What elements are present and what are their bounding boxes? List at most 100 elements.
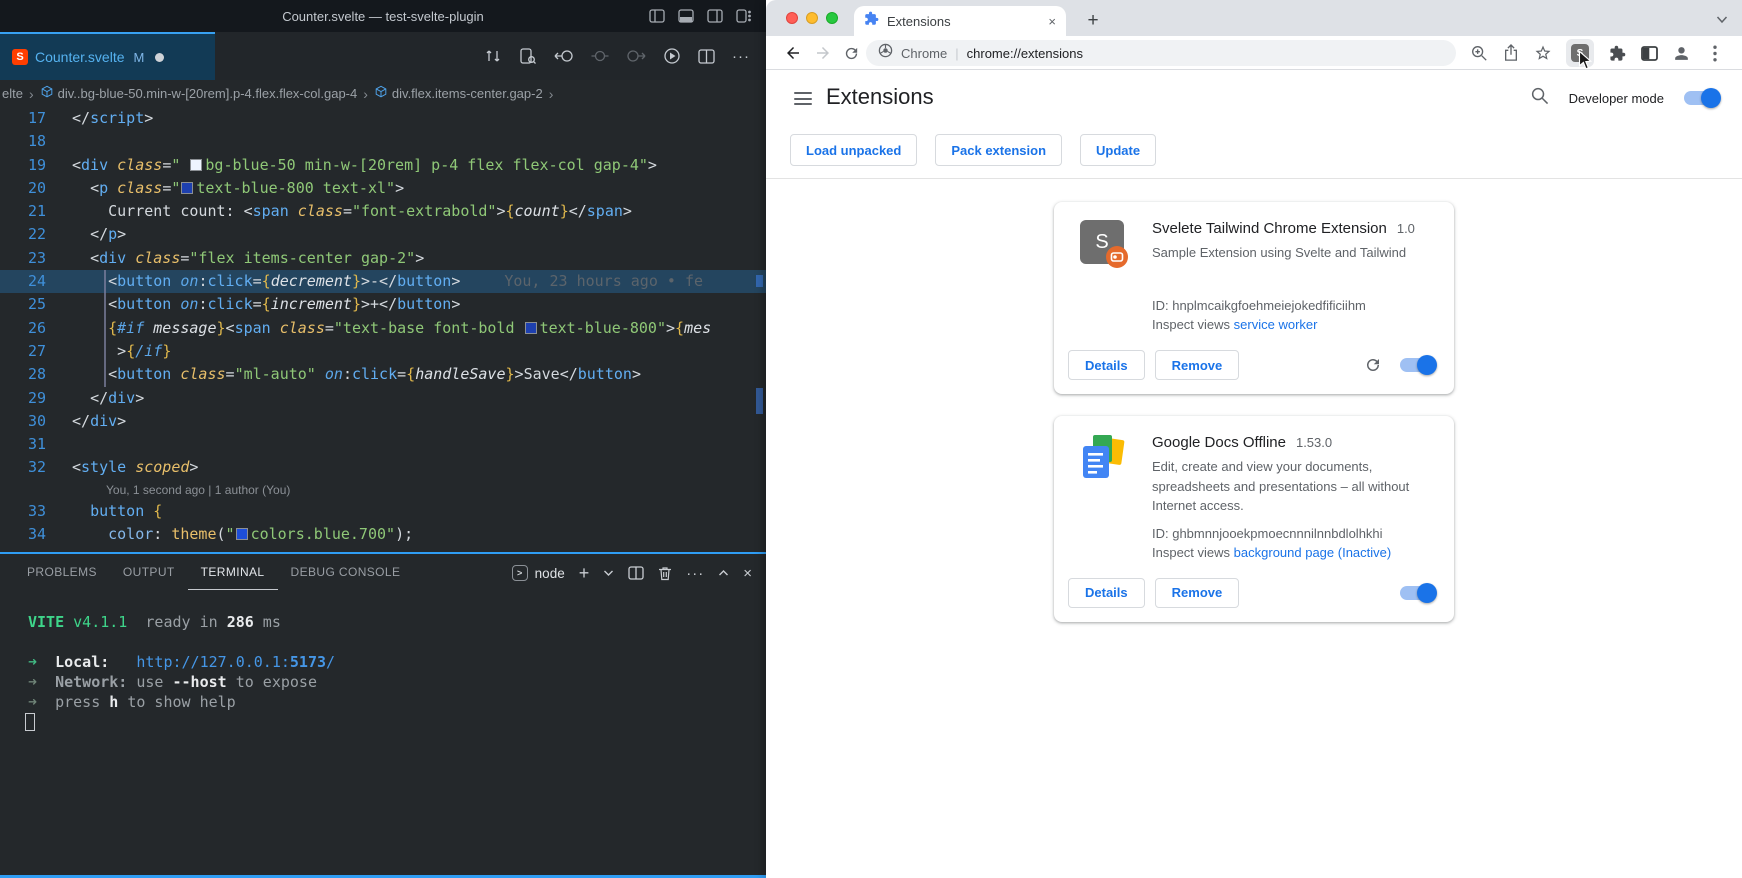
- zoom-icon[interactable]: [1466, 40, 1492, 66]
- extension-enabled-toggle[interactable]: [1400, 358, 1434, 372]
- modified-badge: M: [134, 50, 145, 65]
- code-text: <style scoped>: [72, 456, 198, 479]
- details-button[interactable]: Details: [1068, 578, 1145, 608]
- line-number: 24: [0, 270, 72, 293]
- maximize-panel-icon[interactable]: [718, 569, 729, 577]
- code-line-17[interactable]: 17</script>: [0, 107, 766, 130]
- profile-avatar-icon[interactable]: [1668, 40, 1694, 66]
- remove-button[interactable]: Remove: [1155, 578, 1240, 608]
- code-line-18[interactable]: 18: [0, 130, 766, 153]
- minimize-window-button[interactable]: [806, 12, 818, 24]
- toggle-panel-icon[interactable]: [678, 9, 694, 23]
- new-tab-button[interactable]: +: [1080, 8, 1106, 34]
- page-title: Extensions: [826, 84, 934, 110]
- reload-icon[interactable]: [838, 40, 864, 66]
- code-line-24[interactable]: 24 <button on:click={decrement}>-</butto…: [0, 270, 766, 293]
- remove-button[interactable]: Remove: [1155, 350, 1240, 380]
- side-panel-icon[interactable]: [1636, 40, 1662, 66]
- code-line-23[interactable]: 23 <div class="flex items-center gap-2">: [0, 247, 766, 270]
- nav-back-icon[interactable]: [554, 48, 574, 64]
- zoom-window-button[interactable]: [826, 12, 838, 24]
- code-line-32[interactable]: 32<style scoped>: [0, 456, 766, 479]
- chrome-menu-icon[interactable]: [1702, 40, 1728, 66]
- panel: PROBLEMSOUTPUTTERMINALDEBUG CONSOLE > no…: [0, 554, 766, 875]
- run-icon[interactable]: [663, 47, 681, 65]
- codelens-annotation[interactable]: You, 1 second ago | 1 author (You): [0, 480, 766, 500]
- code-line-29[interactable]: 29 </div>: [0, 387, 766, 410]
- unsaved-dot-icon[interactable]: [155, 53, 164, 62]
- element-cube-icon: [374, 85, 388, 102]
- nav-current-icon: [591, 48, 609, 64]
- search-icon[interactable]: [1530, 86, 1549, 110]
- reload-extension-icon[interactable]: [1364, 356, 1382, 374]
- editor-tab-counter-svelte[interactable]: S Counter.svelte M: [0, 32, 215, 80]
- code-line-19[interactable]: 19<div class=" bg-blue-50 min-w-[20rem] …: [0, 154, 766, 177]
- menu-hamburger-icon[interactable]: [794, 92, 812, 105]
- terminal-dropdown-icon[interactable]: [603, 569, 614, 577]
- panel-tab-terminal[interactable]: TERMINAL: [188, 554, 278, 590]
- code-line-21[interactable]: 21 Current count: <span class="font-extr…: [0, 200, 766, 223]
- terminal-shell-chip[interactable]: > node: [512, 565, 565, 581]
- update-button[interactable]: Update: [1080, 134, 1156, 166]
- breadcrumb-item[interactable]: div.flex.items-center.gap-2: [374, 85, 543, 102]
- line-number: 32: [0, 456, 72, 479]
- toggle-secondary-sidebar-icon[interactable]: [707, 9, 723, 23]
- split-editor-icon[interactable]: [698, 49, 715, 64]
- details-button[interactable]: Details: [1068, 350, 1145, 380]
- terminal-line: ➜ press h to show help: [28, 692, 335, 712]
- back-icon[interactable]: [780, 40, 806, 66]
- code-line-34[interactable]: 34 color: theme("colors.blue.700");: [0, 523, 766, 546]
- panel-tab-output[interactable]: OUTPUT: [110, 554, 188, 590]
- service-worker-link[interactable]: service worker: [1234, 317, 1318, 332]
- code-line-33[interactable]: 33 button {: [0, 500, 766, 523]
- extension-enabled-toggle[interactable]: [1400, 586, 1434, 600]
- address-bar[interactable]: Chrome | chrome://extensions: [866, 40, 1456, 66]
- extensions-puzzle-icon[interactable]: [1604, 40, 1630, 66]
- new-terminal-icon[interactable]: +: [579, 564, 590, 582]
- code-line-30[interactable]: 30</div>: [0, 410, 766, 433]
- panel-tab-problems[interactable]: PROBLEMS: [14, 554, 110, 590]
- indent-guide: [104, 293, 106, 316]
- code-line-27[interactable]: 27 >{/if}: [0, 340, 766, 363]
- code-line-25[interactable]: 25 <button on:click={increment}>+</butto…: [0, 293, 766, 316]
- load-unpacked-button[interactable]: Load unpacked: [790, 134, 917, 166]
- customize-layout-icon[interactable]: [736, 9, 752, 23]
- terminal-line: [28, 632, 335, 652]
- code-line-20[interactable]: 20 <p class="text-blue-800 text-xl">: [0, 177, 766, 200]
- extension-version: 1.53.0: [1296, 435, 1332, 450]
- code-text: <div class=" bg-blue-50 min-w-[20rem] p-…: [72, 154, 657, 177]
- inspect-views-label: Inspect views: [1152, 545, 1230, 560]
- breadcrumb[interactable]: elte›div..bg-blue-50.min-w-[20rem].p-4.f…: [0, 80, 766, 107]
- tab-search-icon[interactable]: [1716, 11, 1728, 29]
- extension-id: ID: ghbmnnjooekpmoecnnnilnnbdlolhkhi: [1152, 526, 1434, 541]
- editor-more-actions-icon[interactable]: ···: [732, 48, 750, 65]
- split-terminal-icon[interactable]: [628, 566, 644, 580]
- code-line-28[interactable]: 28 <button class="ml-auto" on:click={han…: [0, 363, 766, 386]
- kill-terminal-icon[interactable]: [658, 566, 672, 581]
- panel-tab-debug-console[interactable]: DEBUG CONSOLE: [278, 554, 414, 590]
- close-panel-icon[interactable]: ×: [743, 565, 752, 582]
- site-info-icon[interactable]: [878, 43, 893, 63]
- code-line-31[interactable]: 31: [0, 433, 766, 456]
- browser-tab-extensions[interactable]: Extensions ×: [854, 6, 1066, 36]
- background-page-link[interactable]: background page (Inactive): [1234, 545, 1392, 560]
- developer-mode-toggle[interactable]: [1684, 91, 1718, 105]
- breadcrumb-item[interactable]: div..bg-blue-50.min-w-[20rem].p-4.flex.f…: [40, 85, 358, 102]
- open-changes-editor-icon[interactable]: [519, 47, 537, 65]
- line-number: 29: [0, 387, 72, 410]
- panel-more-icon[interactable]: ···: [686, 565, 704, 582]
- close-window-button[interactable]: [786, 12, 798, 24]
- pack-extension-button[interactable]: Pack extension: [935, 134, 1062, 166]
- breadcrumb-item[interactable]: elte: [2, 86, 23, 101]
- compare-changes-icon[interactable]: [484, 47, 502, 65]
- developer-toolbar: Load unpacked Pack extension Update: [766, 126, 1742, 178]
- code-line-22[interactable]: 22 </p>: [0, 223, 766, 246]
- bookmark-star-icon[interactable]: [1530, 40, 1556, 66]
- close-tab-icon[interactable]: ×: [1048, 14, 1056, 29]
- code-editor[interactable]: 17</script>1819<div class=" bg-blue-50 m…: [0, 107, 766, 552]
- code-line-26[interactable]: 26 {#if message}<span class="text-base f…: [0, 317, 766, 340]
- toggle-sidebar-icon[interactable]: [649, 9, 665, 23]
- extension-title: Google Docs Offline: [1152, 434, 1286, 451]
- share-icon[interactable]: [1498, 40, 1524, 66]
- terminal-output[interactable]: VITE v4.1.1 ready in 286 ms ➜ Local: htt…: [28, 612, 335, 712]
